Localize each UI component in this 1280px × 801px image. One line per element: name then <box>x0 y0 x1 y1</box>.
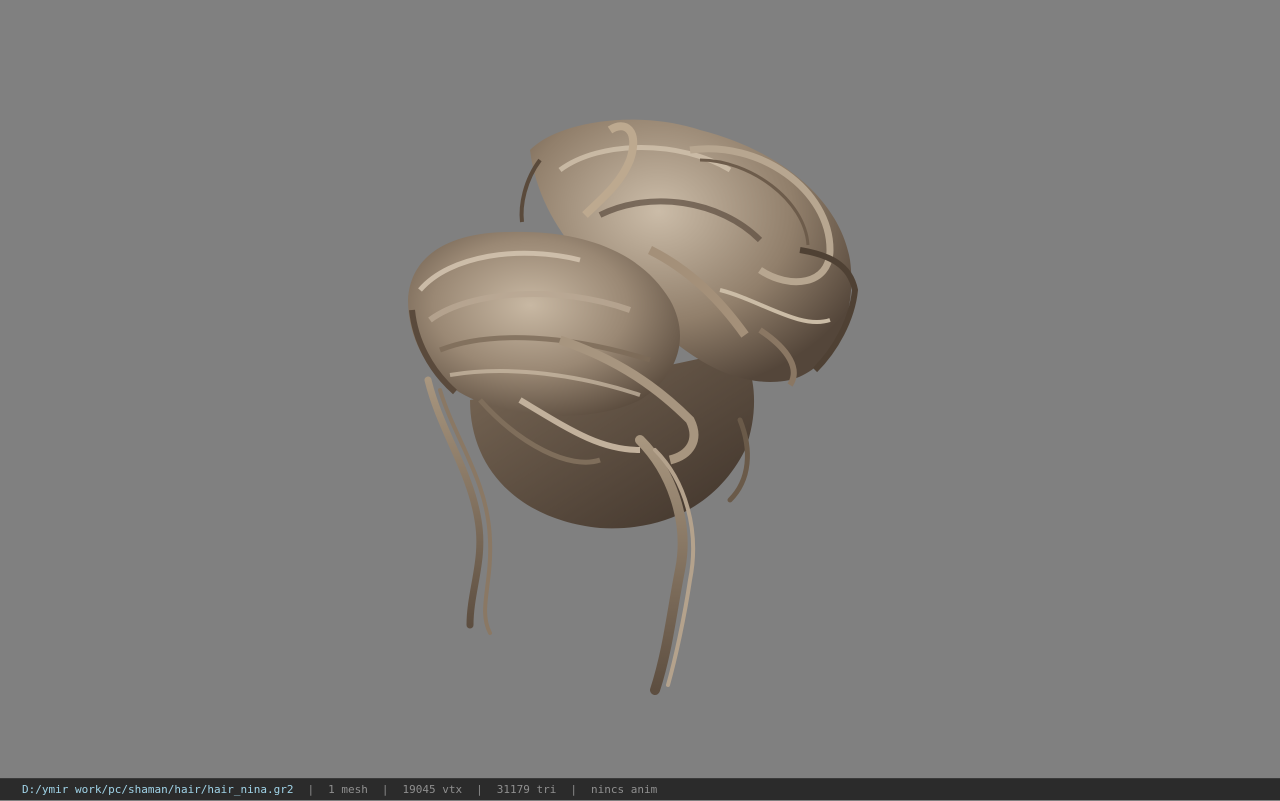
separator: | <box>476 782 483 796</box>
separator: | <box>307 782 315 796</box>
triangle-count: 31179 tri <box>496 782 557 796</box>
file-path: D:/ymir work/pc/shaman/hair/hair_nina.gr… <box>22 782 294 796</box>
animation-status: nincs anim <box>591 782 658 796</box>
mesh-count: 1 mesh <box>328 782 368 796</box>
separator: | <box>381 782 389 796</box>
3d-viewport[interactable] <box>0 0 1280 778</box>
separator: | <box>570 782 577 796</box>
vertex-count: 19045 vtx <box>402 782 463 796</box>
hair-model-render <box>408 119 859 695</box>
status-bar: D:/ymir work/pc/shaman/hair/hair_nina.gr… <box>0 778 1280 800</box>
